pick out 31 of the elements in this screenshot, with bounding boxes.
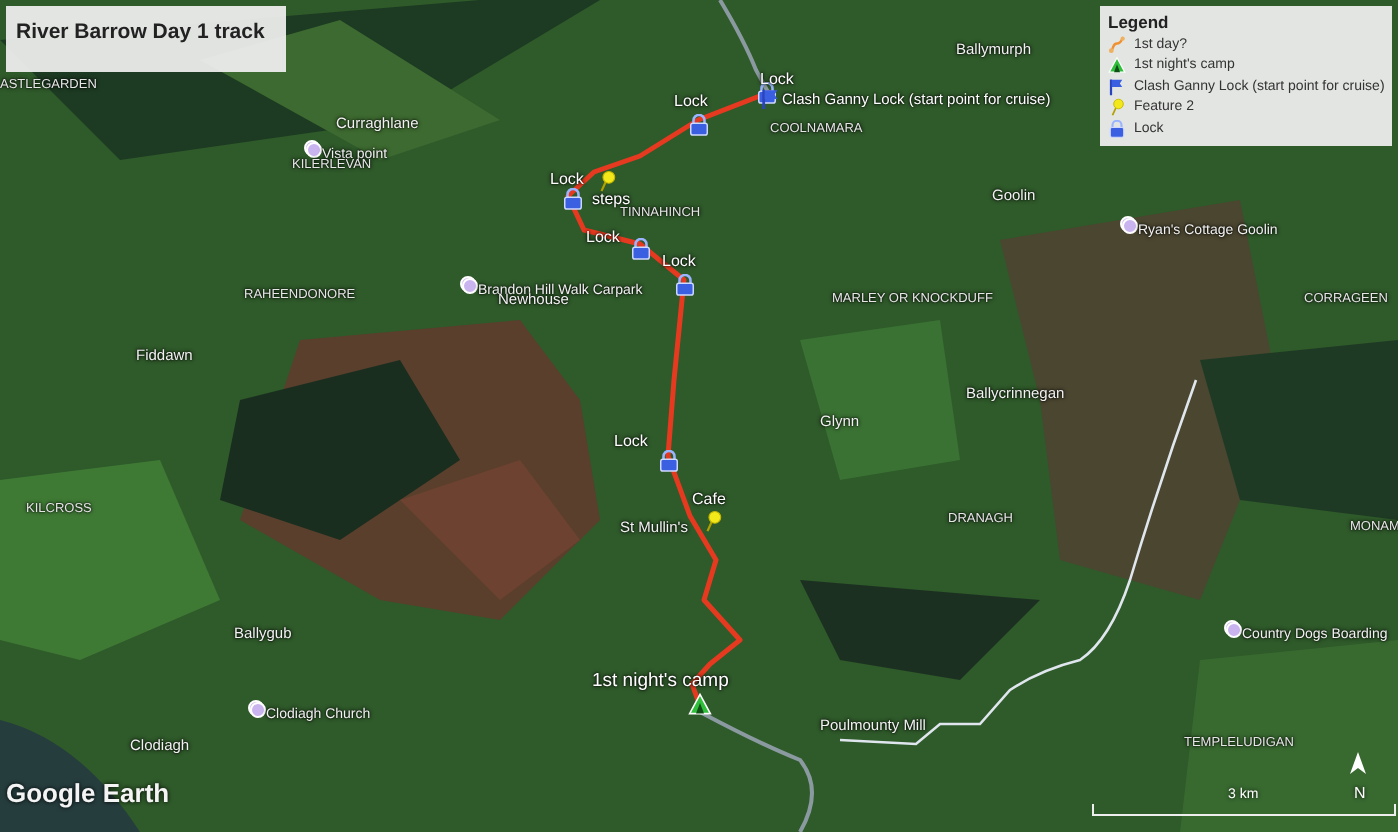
legend-heading: Legend [1108,12,1171,32]
route-icon [1108,35,1126,53]
marker-label: Lock [662,254,696,270]
lock-icon[interactable] [657,449,679,471]
map-pin-icon[interactable] [462,278,478,294]
map-pin-icon[interactable] [1226,622,1242,638]
marker-label: Lock [760,72,794,88]
tent-icon[interactable] [688,692,712,716]
pushpin-icon[interactable] [701,509,723,531]
marker-label: Lock [550,172,584,188]
pushpin-icon [1108,98,1126,116]
tent-icon [1108,56,1126,74]
marker-label: Lock [614,434,648,450]
lock-icon[interactable] [629,237,651,259]
google-earth-logo: Google Earth [6,778,170,808]
pushpin-icon[interactable] [595,169,617,191]
map-pin-icon[interactable] [306,142,322,158]
lock-icon[interactable] [673,273,695,295]
flag-icon[interactable] [759,87,781,109]
lock-icon[interactable] [687,113,709,135]
map-title: River Barrow Day 1 track [16,20,265,44]
map-pin-icon[interactable] [1122,218,1138,234]
marker-label: steps [592,192,631,208]
compass-arrow-icon[interactable] [1348,752,1368,776]
lock-icon [1108,119,1126,137]
lock-icon[interactable] [561,187,583,209]
flag-icon [1108,77,1126,95]
marker-label: Cafe [692,492,726,508]
marker-label: Lock [674,94,708,110]
compass-label: N [1354,784,1366,802]
map-pin-icon[interactable] [250,702,266,718]
